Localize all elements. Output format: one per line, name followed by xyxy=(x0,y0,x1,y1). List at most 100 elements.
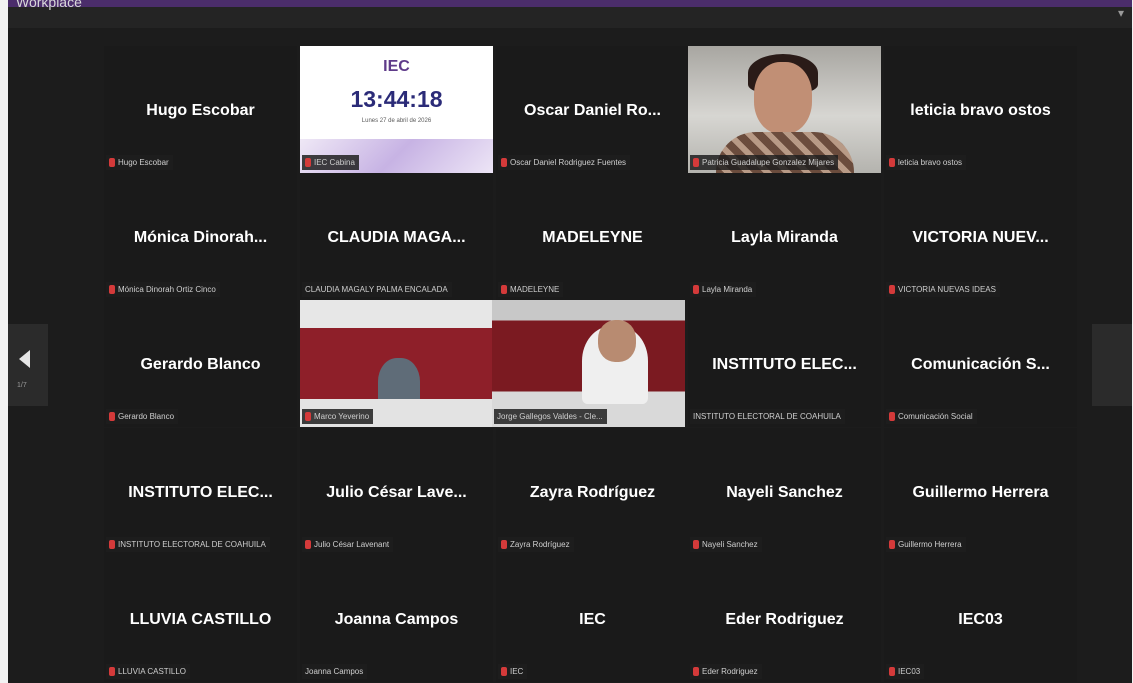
left-arrow-icon xyxy=(19,350,30,368)
muted-mic-icon xyxy=(501,285,507,295)
muted-mic-icon xyxy=(889,412,895,422)
iec-logo: IEC xyxy=(383,58,410,75)
participant-tile[interactable]: Mónica Dinorah... Mónica Dinorah Ortiz C… xyxy=(104,173,297,300)
muted-mic-icon xyxy=(693,158,699,168)
participant-label: Eder Rodriguez xyxy=(690,664,762,679)
muted-mic-icon xyxy=(109,667,115,677)
participant-tile[interactable]: Layla Miranda Layla Miranda xyxy=(688,173,881,300)
participant-name: Oscar Daniel Ro... xyxy=(524,102,661,119)
participant-tile[interactable]: INSTITUTO ELEC... INSTITUTO ELECTORAL DE… xyxy=(688,300,881,427)
participant-label: Zayra Rodríguez xyxy=(498,537,574,552)
participant-tile[interactable]: Joanna Campos Joanna Campos xyxy=(300,555,493,682)
participant-tile[interactable]: VICTORIA NUEV... VICTORIA NUEVAS IDEAS xyxy=(884,173,1077,300)
participant-label: LLUVIA CASTILLO xyxy=(106,664,191,679)
muted-mic-icon xyxy=(889,285,895,295)
participant-tile[interactable]: Comunicación S... Comunicación Social xyxy=(884,300,1077,427)
participant-label: Patricia Guadalupe Gonzalez Mijares xyxy=(690,155,839,170)
previous-page-button[interactable]: 1/7 xyxy=(8,324,48,406)
participant-tile[interactable]: MADELEYNE MADELEYNE xyxy=(496,173,689,300)
participant-label: Marco Yeverino xyxy=(302,409,374,424)
participant-video xyxy=(300,300,493,427)
participant-tile-shared-screen[interactable]: IEC 13:44:18 Lunes 27 de abril de 2026 I… xyxy=(300,46,493,173)
participant-tile-video-active-speaker[interactable]: Jorge Gallegos Valdes - Cle... xyxy=(492,300,685,427)
participant-name: Layla Miranda xyxy=(731,229,838,246)
participant-name: LLUVIA CASTILLO xyxy=(129,611,272,628)
participant-name: Comunicación S... xyxy=(911,356,1050,373)
muted-mic-icon xyxy=(693,540,699,550)
participant-name: Eder Rodriguez xyxy=(725,611,844,628)
participant-name: CLAUDIA MAGA... xyxy=(327,229,466,246)
participant-name: Zayra Rodríguez xyxy=(529,484,656,501)
title-bar: Workplace ▾ xyxy=(8,0,1132,28)
participant-name: Julio César Lave... xyxy=(326,484,467,501)
window-title: Workplace xyxy=(16,0,82,10)
participant-label: leticia bravo ostos xyxy=(886,155,967,170)
video-head xyxy=(598,320,636,362)
muted-mic-icon xyxy=(109,158,115,168)
participant-label: Guillermo Herrera xyxy=(886,537,966,552)
participant-name: Hugo Escobar xyxy=(146,102,255,119)
muted-mic-icon xyxy=(109,540,115,550)
muted-mic-icon xyxy=(305,540,311,550)
participant-label: Mónica Dinorah Ortiz Cinco xyxy=(106,282,220,297)
participant-label: Julio César Lavenant xyxy=(302,537,394,552)
participant-tile-video[interactable]: Patricia Guadalupe Gonzalez Mijares xyxy=(688,46,881,173)
muted-mic-icon xyxy=(305,158,311,168)
video-face xyxy=(754,62,812,134)
participant-label: Gerardo Blanco xyxy=(106,409,179,424)
participant-label: Hugo Escobar xyxy=(106,155,173,170)
muted-mic-icon xyxy=(501,667,507,677)
slide-time: 13:44:18 xyxy=(350,86,443,112)
muted-mic-icon xyxy=(693,667,699,677)
muted-mic-icon xyxy=(501,540,507,550)
participant-name: MADELEYNE xyxy=(542,229,643,246)
participant-tile[interactable]: Hugo Escobar Hugo Escobar xyxy=(104,46,297,173)
participant-tile[interactable]: Oscar Daniel Ro... Oscar Daniel Rodrigue… xyxy=(496,46,689,173)
participant-name: Mónica Dinorah... xyxy=(133,229,268,246)
accent-strip xyxy=(8,0,1132,7)
participant-label: MADELEYNE xyxy=(498,282,564,297)
participant-label: IEC Cabina xyxy=(302,155,359,170)
muted-mic-icon xyxy=(109,285,115,295)
window-menu-icon[interactable]: ▾ xyxy=(1118,6,1124,20)
participant-tile[interactable]: IEC IEC xyxy=(496,555,689,682)
participant-name: INSTITUTO ELEC... xyxy=(128,484,273,501)
muted-mic-icon xyxy=(693,285,699,295)
participant-tile[interactable]: leticia bravo ostos leticia bravo ostos xyxy=(884,46,1077,173)
muted-mic-icon xyxy=(889,667,895,677)
participant-name: IEC03 xyxy=(958,611,1003,628)
participant-tile[interactable]: Julio César Lave... Julio César Lavenant xyxy=(300,428,493,555)
participant-label: Joanna Campos xyxy=(302,664,368,679)
slide-date: Lunes 27 de abril de 2026 xyxy=(361,118,432,124)
next-page-button[interactable] xyxy=(1092,324,1132,406)
participant-label: IEC xyxy=(498,664,528,679)
participant-tile[interactable]: Zayra Rodríguez Zayra Rodríguez xyxy=(496,428,689,555)
participant-tile[interactable]: Guillermo Herrera Guillermo Herrera xyxy=(884,428,1077,555)
participant-tile[interactable]: Eder Rodriguez Eder Rodriguez xyxy=(688,555,881,682)
participant-label: CLAUDIA MAGALY PALMA ENCALADA xyxy=(302,282,452,297)
participant-label: Layla Miranda xyxy=(690,282,757,297)
participant-label: VICTORIA NUEVAS IDEAS xyxy=(886,282,1000,297)
shared-slide: IEC 13:44:18 Lunes 27 de abril de 2026 xyxy=(300,46,493,173)
muted-mic-icon xyxy=(501,158,507,168)
participant-tile[interactable]: Gerardo Blanco Gerardo Blanco xyxy=(104,300,297,427)
participant-video xyxy=(688,46,881,173)
participant-tile[interactable]: LLUVIA CASTILLO LLUVIA CASTILLO xyxy=(104,555,297,682)
participant-label: INSTITUTO ELECTORAL DE COAHUILA xyxy=(690,409,845,424)
participant-name: IEC xyxy=(579,611,606,628)
participant-label: Jorge Gallegos Valdes - Cle... xyxy=(494,409,607,424)
participant-tile[interactable]: IEC03 IEC03 xyxy=(884,555,1077,682)
participant-tile[interactable]: INSTITUTO ELEC... INSTITUTO ELECTORAL DE… xyxy=(104,428,297,555)
participant-name: VICTORIA NUEV... xyxy=(912,229,1049,246)
participant-name: Joanna Campos xyxy=(334,611,459,628)
participant-label: Comunicación Social xyxy=(886,409,977,424)
muted-mic-icon xyxy=(889,158,895,168)
participant-tile[interactable]: CLAUDIA MAGA... CLAUDIA MAGALY PALMA ENC… xyxy=(300,173,493,300)
participant-label: IEC03 xyxy=(886,664,925,679)
participant-label: Oscar Daniel Rodriguez Fuentes xyxy=(498,155,631,170)
participant-video xyxy=(492,300,685,427)
participant-tile[interactable]: Nayeli Sanchez Nayeli Sanchez xyxy=(688,428,881,555)
page-indicator: 1/7 xyxy=(17,382,27,389)
participant-tile-video[interactable]: Marco Yeverino xyxy=(300,300,493,427)
participant-name: Guillermo Herrera xyxy=(912,484,1049,501)
